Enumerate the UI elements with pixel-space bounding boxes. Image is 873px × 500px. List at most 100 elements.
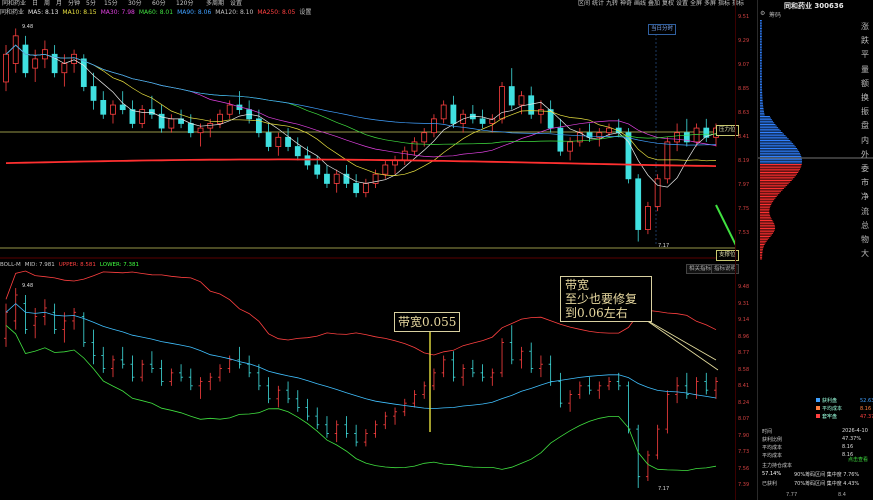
chip-bar xyxy=(760,58,762,60)
category-label[interactable]: 跌 xyxy=(861,34,873,48)
category-label[interactable]: 换 xyxy=(861,91,873,105)
boll-legend-item: UPPER: 8.581 xyxy=(58,262,96,268)
chip-bar xyxy=(760,244,765,245)
candles-price xyxy=(3,28,719,242)
chip-bar xyxy=(760,132,783,133)
main-chart[interactable] xyxy=(0,0,735,500)
category-column: 涨跌平量额换振盘内外委市净流总物大 xyxy=(861,20,873,261)
concentration-label: 已获利 xyxy=(762,481,778,487)
candle-body xyxy=(586,132,593,138)
chip-bar xyxy=(760,232,774,234)
candle-body xyxy=(508,86,515,106)
candle-body xyxy=(538,109,544,115)
chip-bar xyxy=(760,167,801,169)
chip-bar xyxy=(760,204,772,205)
chip-stat-row: 平均成本 8.16 xyxy=(762,452,853,459)
candle-body xyxy=(479,118,486,124)
chip-bar xyxy=(760,69,762,71)
category-label[interactable]: 平 xyxy=(861,48,873,62)
candle-body xyxy=(450,104,457,124)
candle-body xyxy=(90,86,97,101)
chip-bar xyxy=(760,255,763,257)
chip-bar xyxy=(760,202,773,204)
category-label[interactable]: 流 xyxy=(861,205,873,219)
category-label[interactable]: 大 xyxy=(861,247,873,261)
chip-bar xyxy=(760,56,762,58)
annotation-bandwidth-text: 带宽0.055 xyxy=(398,315,457,329)
category-label[interactable]: 市 xyxy=(861,176,873,190)
chip-bar xyxy=(760,122,775,124)
candle-body xyxy=(110,104,116,115)
chip-bar xyxy=(760,42,762,44)
chip-bar xyxy=(760,159,802,161)
chip-bar xyxy=(760,228,776,229)
annotation-repair-line-1: 带宽 xyxy=(565,278,590,292)
axis-tick-label: 9.07 xyxy=(738,62,750,68)
chip-bar xyxy=(760,164,802,165)
category-label[interactable]: 额 xyxy=(861,77,873,91)
chip-bar xyxy=(760,247,764,249)
chip-bar xyxy=(760,112,765,114)
candle-body xyxy=(71,53,77,64)
chip-bar xyxy=(760,188,785,189)
stat-value: 47.37% xyxy=(842,436,862,442)
chip-bar xyxy=(760,152,800,154)
chip-legend-row: 平均成本 8.16 xyxy=(816,406,871,413)
chip-bar xyxy=(760,165,802,167)
chip-bar xyxy=(760,127,779,129)
chip-bar xyxy=(760,135,786,137)
chip-bar xyxy=(760,133,785,135)
chip-bar xyxy=(760,223,775,225)
axis-tick-label: 8.77 xyxy=(738,350,750,356)
chip-bar xyxy=(760,197,776,199)
stat-label: 获利比例 xyxy=(762,437,783,443)
chip-bar xyxy=(760,90,763,92)
view-more-button[interactable]: 点击查看 xyxy=(848,456,868,463)
chip-bar xyxy=(760,114,765,116)
category-label[interactable]: 内 xyxy=(861,134,873,148)
category-label[interactable]: 物 xyxy=(861,233,873,247)
chip-bar xyxy=(760,234,772,236)
chip-bar xyxy=(760,20,762,21)
category-label[interactable]: 振 xyxy=(861,105,873,119)
chip-bar xyxy=(760,116,770,117)
category-label[interactable]: 涨 xyxy=(861,20,873,34)
chip-bar xyxy=(760,143,794,145)
candle-body xyxy=(401,150,408,161)
candle-body xyxy=(333,173,340,184)
concentration-value: 70%筹码区间 集中度 4.43% xyxy=(794,481,860,487)
annotation-repair-box: 带宽 至少也要修复 到0.06左右 xyxy=(560,276,652,322)
concentration-row: 已获利 70%筹码区间 集中度 4.43% xyxy=(762,480,859,487)
chip-bar xyxy=(760,221,774,223)
axis-tick-label: 8.96 xyxy=(738,333,750,340)
candle-body xyxy=(226,104,233,115)
related-indicator-button[interactable]: 相关指标 xyxy=(686,264,715,274)
chip-bar xyxy=(760,162,802,164)
chip-bar xyxy=(760,53,762,55)
category-label[interactable]: 量 xyxy=(861,63,873,77)
chip-bar xyxy=(760,76,762,77)
legend-label: 获利盘 xyxy=(822,398,838,404)
category-label[interactable]: 委 xyxy=(861,162,873,176)
candle-body xyxy=(197,127,204,134)
category-label[interactable]: 盘 xyxy=(861,119,873,133)
category-label[interactable]: 外 xyxy=(861,148,873,162)
chip-bar xyxy=(760,109,764,111)
chip-bar xyxy=(760,170,800,172)
chip-bar xyxy=(760,208,770,210)
chip-bar xyxy=(760,21,762,23)
chip-bar xyxy=(760,29,762,31)
chip-bar xyxy=(760,200,774,202)
candle-body xyxy=(362,183,369,194)
candle-body xyxy=(635,178,642,230)
candle-body xyxy=(557,127,564,152)
chip-bar xyxy=(760,256,763,258)
axis-tick-label: 7.97 xyxy=(738,182,750,188)
chip-bar xyxy=(760,106,764,108)
chip-bar xyxy=(760,66,762,68)
chip-bar xyxy=(760,79,762,81)
category-label[interactable]: 总 xyxy=(861,219,873,233)
chip-axis-low: 7.77 xyxy=(786,492,798,498)
chip-bar xyxy=(760,40,762,42)
category-label[interactable]: 净 xyxy=(861,190,873,204)
